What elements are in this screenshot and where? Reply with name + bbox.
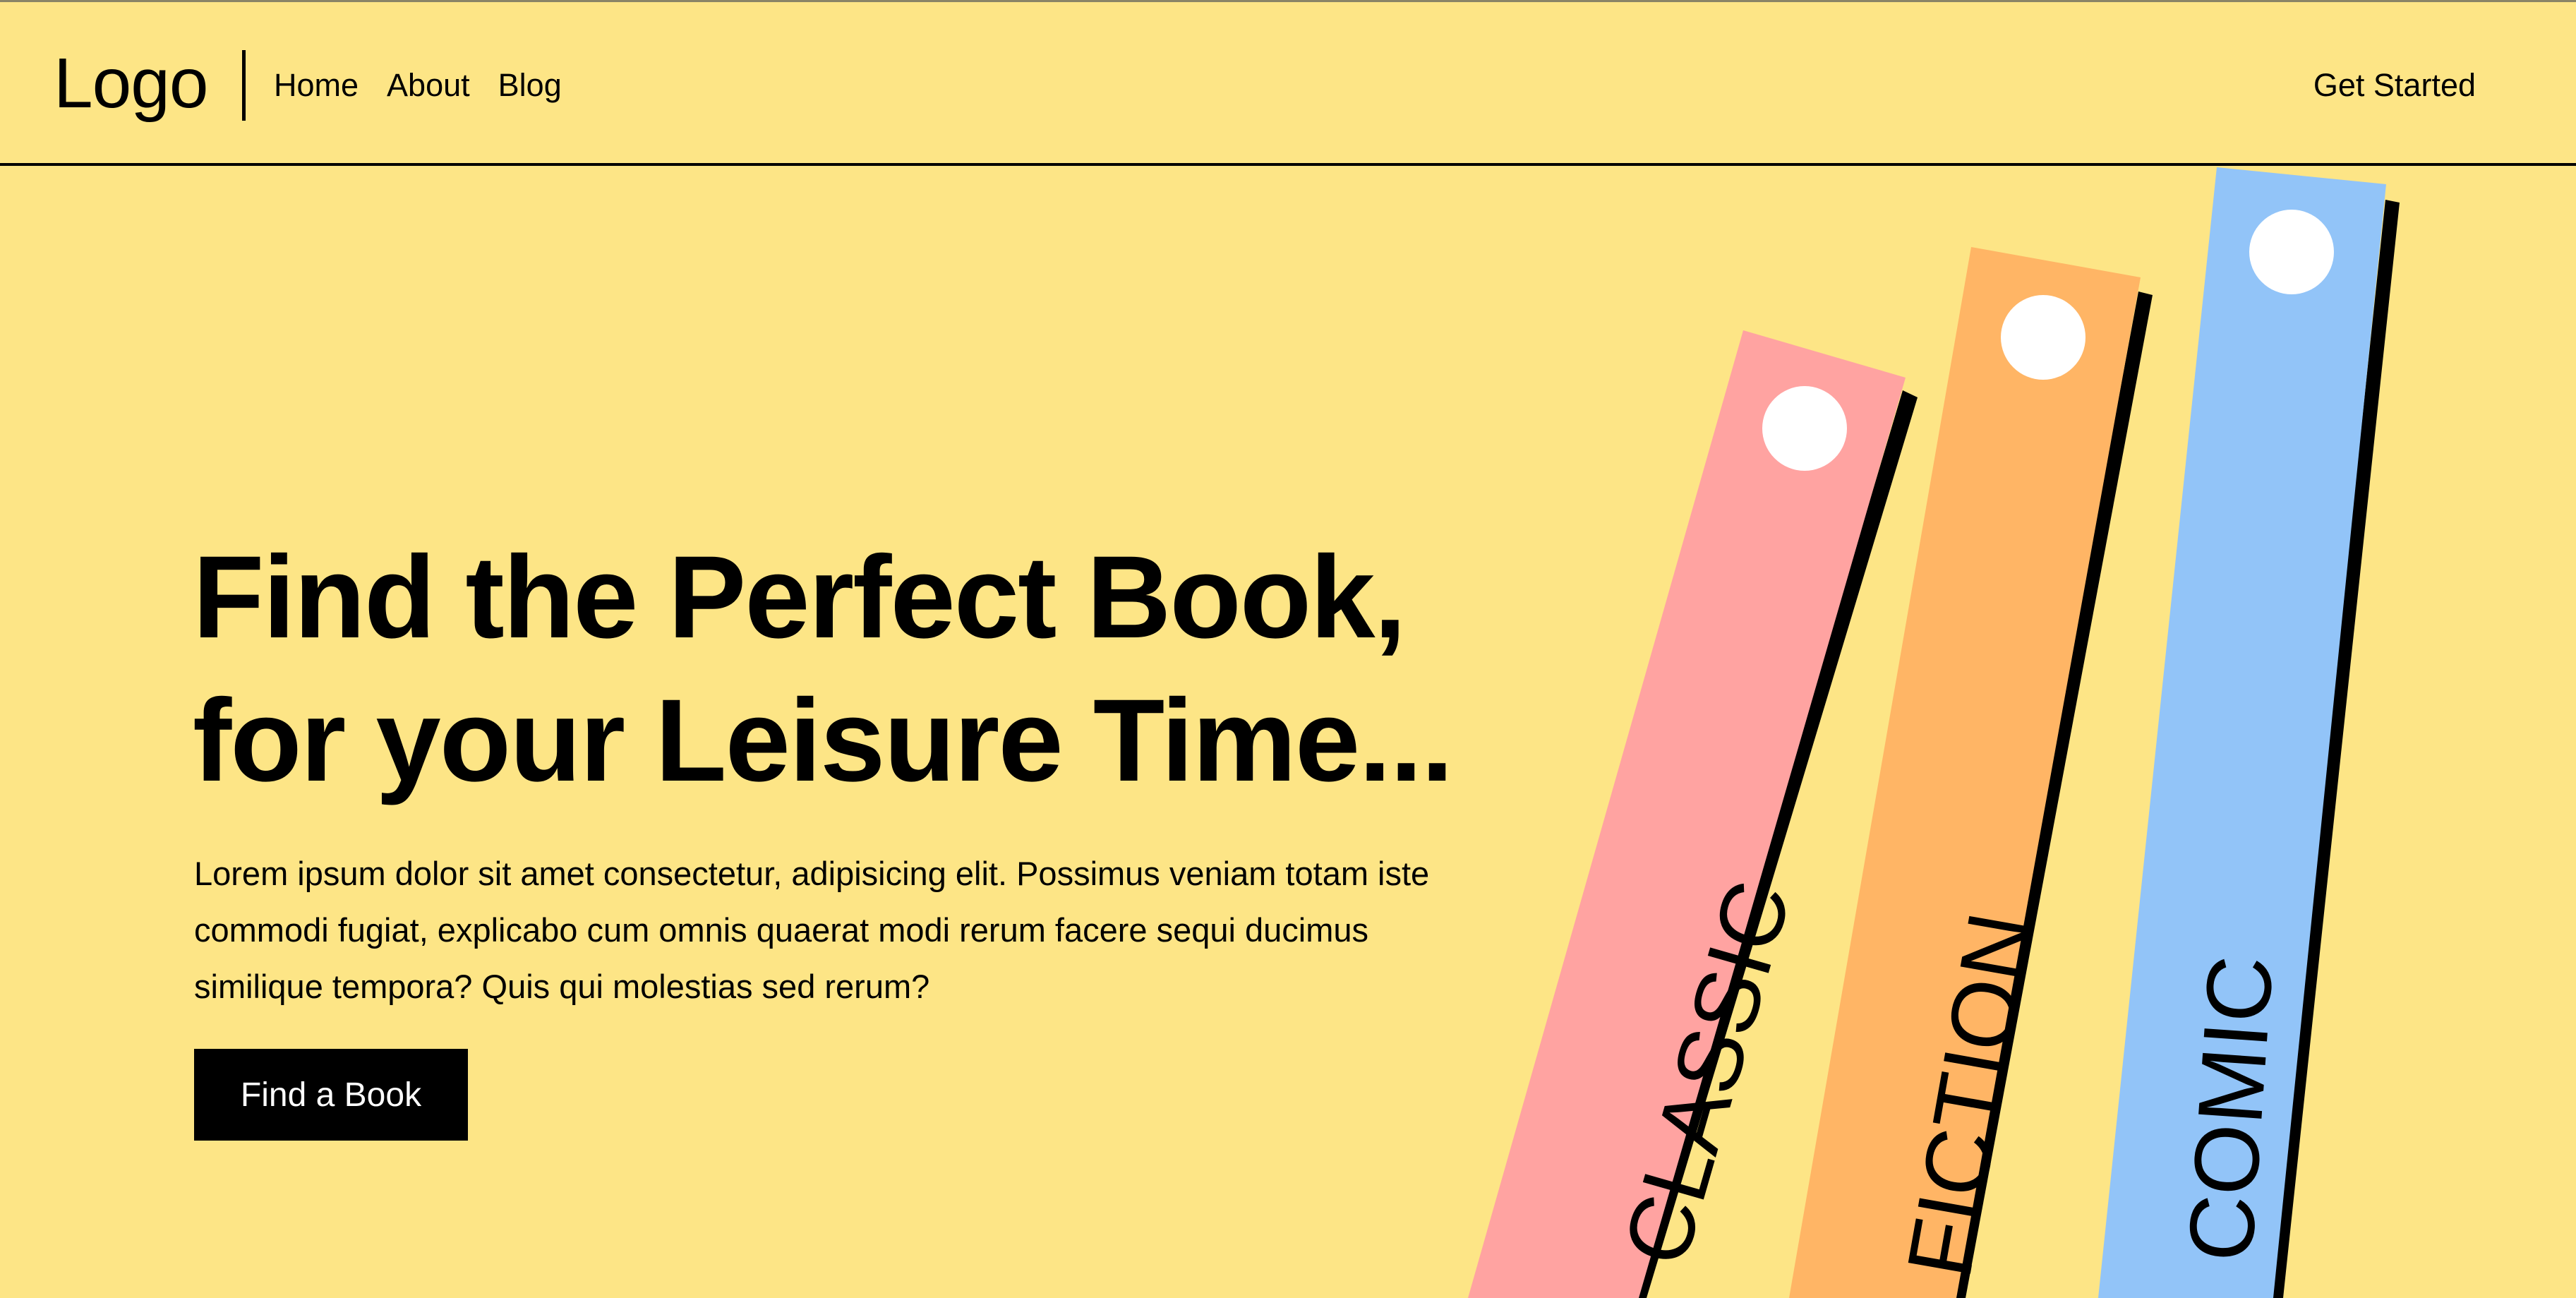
book-comic-label: COMIC (2168, 953, 2292, 1265)
books-illustration: CLASSIC FICTION COMIC (1468, 167, 2400, 1298)
book-classic-dot (1762, 386, 1847, 471)
book-comic-dot (2249, 210, 2334, 294)
book-fiction-dot (2001, 295, 2086, 380)
